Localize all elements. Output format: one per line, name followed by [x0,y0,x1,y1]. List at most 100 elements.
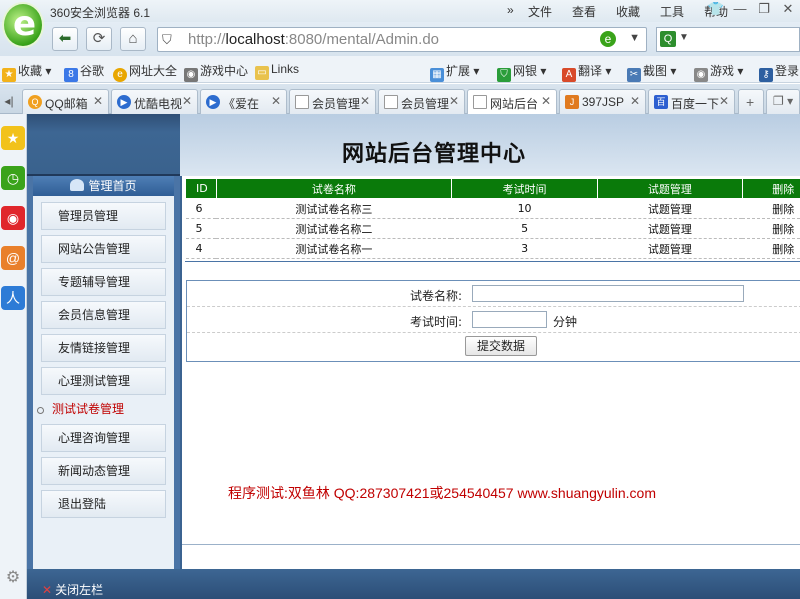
chevron-down-icon[interactable]: ▼ [629,32,640,44]
bookmarks-bar: ★ 收藏 ▾ 8 谷歌 e 网址大全 ◉ 游戏中心 ▭ Links ▦ 扩展 ▾ ⛉ 网银 ▾… [0,56,800,83]
menu-tools[interactable]: 工具 [650,3,694,20]
column-header-time: 考试时间 [450,178,599,199]
menu-file[interactable]: 文件 [518,3,562,20]
gamepad-icon: ◉ [184,68,198,82]
browser-engine-icon[interactable]: e [600,31,616,47]
close-x-icon: ✕ [42,583,53,597]
minimize-icon[interactable]: — [728,0,752,20]
bookmark-links[interactable]: ▭ Links [255,62,299,80]
bookmark-favorites[interactable]: ★ 收藏 ▾ [2,62,51,82]
person-icon[interactable]: 人 [1,286,25,310]
exam-time-input[interactable] [472,311,547,328]
close-tab-icon[interactable]: ✕ [271,94,281,108]
restore-tab-button[interactable]: ❐ ▾ [766,89,800,114]
close-tab-icon[interactable]: ✕ [449,94,459,108]
close-icon[interactable]: ✕ [776,0,800,20]
admin-left-nav-inner: 管理首页 管理员管理 网站公告管理 专题辅导管理 会员信息管理 友情链接管理 心… [33,176,174,569]
bookmark-site-directory[interactable]: e 网址大全 [113,62,177,82]
close-tab-icon[interactable]: ✕ [360,94,370,108]
web-page: 网站后台管理中心 管理首页 管理员管理 网站公告管理 专题辅导管理 会员信息管理… [27,114,800,599]
column-header-question-management: 试题管理 [597,178,743,199]
clock-icon[interactable]: ◷ [1,166,25,190]
tab-qq-mail[interactable]: Q QQ邮箱 ✕ [22,89,109,114]
exam-time-label: 考试时间: [409,315,462,329]
star-icon: ★ [2,68,16,82]
delete-link[interactable]: 删除 [742,198,800,219]
address-bar[interactable]: ⛉ http://localhost:8080/mental/Admin.do … [157,27,647,52]
back-button[interactable]: ⬅ [52,27,78,51]
tab-member-management-1[interactable]: 会员管理 ✕ [289,89,376,114]
nav-item-topic-tutoring-management[interactable]: 专题辅导管理 [41,268,166,296]
paper-name-input[interactable] [472,285,744,302]
tab-baidu[interactable]: 百百度一下 ✕ [648,89,735,114]
tab-youku[interactable]: ▶ 优酷电视 ✕ [111,89,198,114]
tab-scroll-left[interactable]: ◂| [0,89,18,114]
table-header-row: ID 试卷名称 考试时间 试题管理 删除 [185,178,800,199]
cell-id: 6 [185,198,217,219]
column-header-id: ID [185,178,217,199]
refresh-button[interactable]: ⟳ [86,27,112,51]
extensions-button[interactable]: ▦ 扩展 ▾ [430,62,479,82]
question-management-link[interactable]: 试题管理 [597,238,743,259]
table-row: 6 测试试卷名称三 10 试题管理 删除 [185,198,800,219]
close-tab-icon[interactable]: ✕ [719,94,729,108]
menu-favorites[interactable]: 收藏 [606,3,650,20]
menu-more[interactable]: » [507,3,514,17]
maximize-icon[interactable]: ❐ [752,0,776,20]
tab-397jsp[interactable]: J 397JSP ✕ [559,89,646,114]
browser-logo [2,2,44,48]
nav-item-news-management[interactable]: 新闻动态管理 [41,457,166,485]
nav-item-admin-management[interactable]: 管理员管理 [41,202,166,230]
cell-name: 测试试卷名称二 [216,218,452,239]
email-icon[interactable]: @ [1,246,25,270]
translate-button[interactable]: A 翻译 ▾ [562,62,611,82]
bank-button[interactable]: ⛉ 网银 ▾ [497,62,546,82]
shield-icon: ⛉ [162,32,172,47]
delete-link[interactable]: 删除 [742,218,800,239]
question-management-link[interactable]: 试题管理 [597,218,743,239]
search-box[interactable]: Q ▼ [656,27,800,52]
favorites-star-icon[interactable]: ★ [1,126,25,150]
bookmark-game-center[interactable]: ◉ 游戏中心 [184,62,248,82]
question-management-link[interactable]: 试题管理 [597,198,743,219]
weibo-icon[interactable]: ◉ [1,206,25,230]
nav-item-friend-links-management[interactable]: 友情链接管理 [41,334,166,362]
nav-item-test-paper-management[interactable]: 测试试卷管理 [37,396,166,424]
browser-title: 360安全浏览器 6.1 [50,6,151,20]
extensions-icon: ▦ [430,68,444,82]
login-button[interactable]: ⚷ 登录 [759,62,799,82]
chevron-down-icon[interactable]: ▼ [679,32,689,43]
gear-icon[interactable]: ⚙ [1,566,25,590]
navigation-bar: ⬅ ⟳ ⌂ ⛉ http://localhost:8080/mental/Adm… [0,22,800,56]
close-tab-icon[interactable]: ✕ [182,94,192,108]
bookmark-google[interactable]: 8 谷歌 [64,62,104,82]
tab-love[interactable]: ▶ 《爱在 ✕ [200,89,287,114]
tab-strip: ◂| Q QQ邮箱 ✕ ▶ 优酷电视 ✕ ▶ 《爱在 ✕ 会员管理 ✕ 会员管理 ✕ 网站后台 ✕… [0,84,800,115]
credit-text: 程序测试:双鱼林 QQ:287307421或254540457 www.shua… [228,485,656,501]
submit-button[interactable]: 提交数据 [465,336,537,356]
search-engine-icon[interactable]: Q [660,31,676,47]
nav-home-header[interactable]: 管理首页 [33,176,174,196]
web-icon: e [113,68,127,82]
home-button[interactable]: ⌂ [120,27,146,51]
cell-id: 4 [185,238,217,259]
tab-admin-backend[interactable]: 网站后台 ✕ [467,89,557,115]
play-icon: ▶ [206,95,220,109]
close-left-panel-link[interactable]: ✕ 关闭左栏 [42,581,103,598]
nav-item-member-info-management[interactable]: 会员信息管理 [41,301,166,329]
games-button[interactable]: ◉ 游戏 ▾ [694,62,743,82]
tab-member-management-2[interactable]: 会员管理 ✕ [378,89,465,114]
nav-item-logout[interactable]: 退出登陆 [41,490,166,518]
new-tab-button[interactable]: + [738,89,764,114]
close-tab-icon[interactable]: ✕ [541,94,551,108]
nav-item-announcement-management[interactable]: 网站公告管理 [41,235,166,263]
close-tab-icon[interactable]: ✕ [630,94,640,108]
close-tab-icon[interactable]: ✕ [93,94,103,108]
nav-item-psych-test-management[interactable]: 心理测试管理 [41,367,166,395]
skin-icon[interactable]: 👕 [704,0,728,20]
screenshot-button[interactable]: ✂ 截图 ▾ [627,62,676,82]
nav-item-counseling-management[interactable]: 心理咨询管理 [41,424,166,452]
menu-view[interactable]: 查看 [562,3,606,20]
delete-link[interactable]: 删除 [742,238,800,259]
baidu-icon: 百 [654,95,668,109]
